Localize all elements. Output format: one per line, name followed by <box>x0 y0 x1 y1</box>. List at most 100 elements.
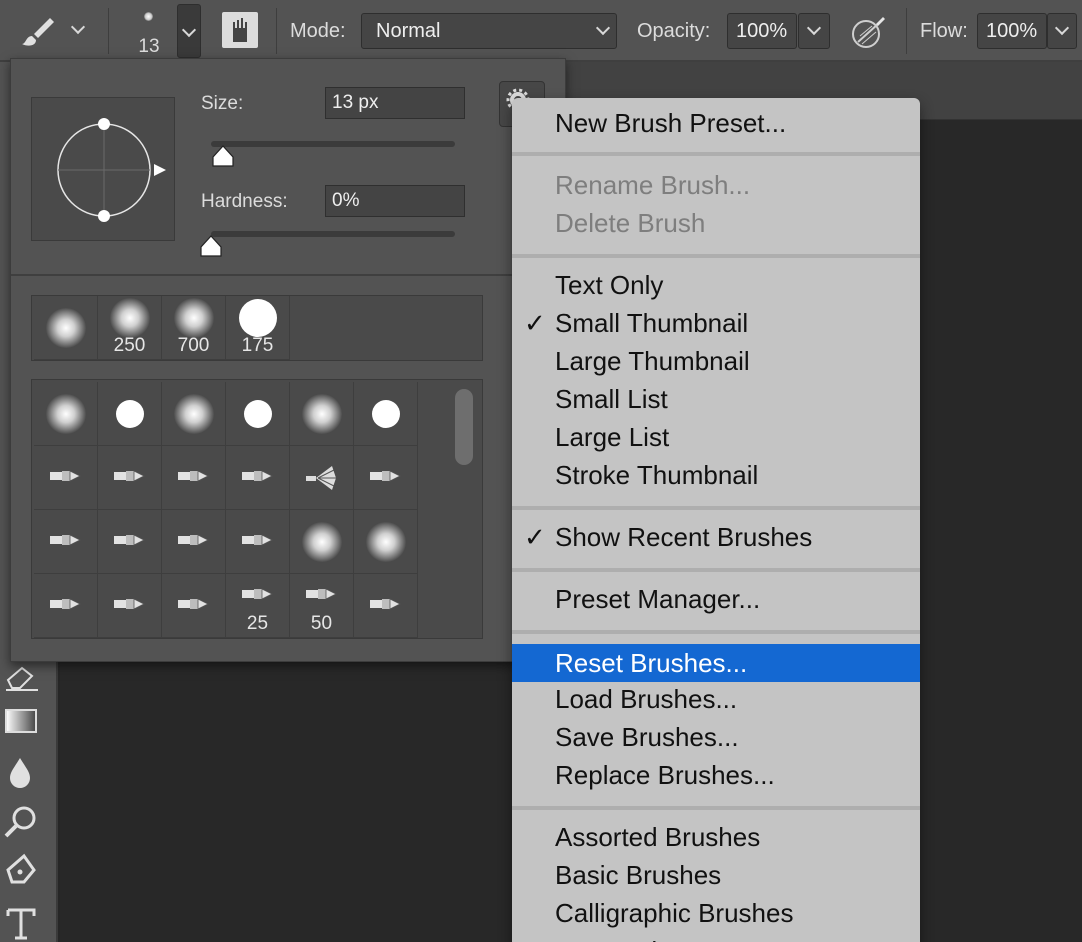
brush-tip-icon <box>238 582 278 611</box>
size-label: Size: <box>201 93 244 114</box>
hardness-input[interactable]: 0% <box>325 185 465 217</box>
brush-tip-icon <box>110 592 150 621</box>
menu-item-calligraphic-brushes[interactable]: Calligraphic Brushes <box>512 894 920 932</box>
pen-tool-icon[interactable] <box>2 852 42 892</box>
soft-round-brush-icon <box>46 308 86 348</box>
opacity-input[interactable]: 100% <box>727 13 797 49</box>
brush-preset[interactable] <box>162 574 226 638</box>
size-slider-thumb[interactable] <box>211 145 235 167</box>
flow-label: Flow: <box>920 20 968 42</box>
menu-item-preset-manager[interactable]: Preset Manager... <box>512 580 920 618</box>
brush-tip-icon <box>238 464 278 493</box>
hardness-slider-track[interactable] <box>211 231 455 237</box>
hard-round-brush-icon <box>239 298 277 337</box>
gradient-icon[interactable] <box>2 702 42 742</box>
menu-item-basic-brushes[interactable]: Basic Brushes <box>512 856 920 894</box>
divider <box>11 274 567 276</box>
menu-item-label: Small Thumbnail <box>555 308 749 338</box>
brush-preset[interactable] <box>162 510 226 574</box>
menu-item-delete-brush: Delete Brush <box>555 208 706 238</box>
mode-label: Mode: <box>290 20 346 42</box>
pressure-opacity-icon[interactable] <box>850 14 886 50</box>
flow-input[interactable]: 100% <box>977 13 1047 49</box>
brush-panel-toggle-icon[interactable] <box>222 12 258 48</box>
menu-item-stroke-thumbnail[interactable]: Stroke Thumbnail <box>512 456 920 494</box>
brush-preset[interactable] <box>98 382 162 446</box>
menu-item-show-recent-brushes[interactable]: ✓ Show Recent Brushes <box>512 518 920 556</box>
brush-preset[interactable] <box>34 510 98 574</box>
brush-tool-icon[interactable] <box>20 14 60 48</box>
menu-item-replace-brushes[interactable]: Replace Brushes... <box>512 756 920 794</box>
opacity-label: Opacity: <box>637 20 711 42</box>
brush-preset[interactable] <box>354 510 418 574</box>
recent-brush[interactable] <box>34 296 98 360</box>
mode-select[interactable]: Normal <box>361 13 617 49</box>
brush-size-picker[interactable]: 13 <box>124 6 174 58</box>
menu-item-dp-brushes[interactable]: DP Brushes <box>512 932 920 942</box>
brush-tip-icon <box>174 592 214 621</box>
brush-preset[interactable] <box>162 446 226 510</box>
brush-preset[interactable] <box>34 574 98 638</box>
brush-preset[interactable] <box>354 382 418 446</box>
brush-tip-icon <box>302 582 342 611</box>
brush-preset[interactable] <box>290 446 354 510</box>
menu-item-small-list[interactable]: Small List <box>512 380 920 418</box>
menu-item-large-list[interactable]: Large List <box>512 418 920 456</box>
brush-tip-icon <box>46 528 86 557</box>
brush-size-label: 250 <box>113 335 146 356</box>
brush-tip-icon <box>366 592 406 621</box>
separator <box>906 8 907 54</box>
size-slider-track[interactable] <box>211 141 455 147</box>
brush-preset[interactable] <box>34 446 98 510</box>
brush-preset[interactable] <box>226 510 290 574</box>
menu-item-reset-brushes[interactable]: Reset Brushes... <box>512 644 920 682</box>
menu-item-save-brushes[interactable]: Save Brushes... <box>512 718 920 756</box>
brush-preset[interactable] <box>162 382 226 446</box>
recent-brushes: 250 700 175 <box>31 295 483 361</box>
brush-preset[interactable]: 50 <box>290 574 354 638</box>
brush-preset[interactable]: 25 <box>226 574 290 638</box>
menu-item-text-only[interactable]: Text Only <box>512 266 920 304</box>
menu-item-new-brush-preset[interactable]: New Brush Preset... <box>512 104 920 142</box>
brush-preset[interactable] <box>98 510 162 574</box>
separator <box>276 8 277 54</box>
menu-separator <box>512 568 920 572</box>
hardness-label: Hardness: <box>201 191 288 212</box>
mode-value: Normal <box>376 20 441 42</box>
brush-preset[interactable] <box>226 382 290 446</box>
type-tool-icon[interactable] <box>2 902 42 942</box>
grid-scrollbar[interactable] <box>455 389 473 465</box>
eraser-icon[interactable] <box>2 658 42 698</box>
blur-drop-icon[interactable] <box>2 752 42 792</box>
menu-item-assorted-brushes[interactable]: Assorted Brushes <box>512 818 920 856</box>
tool-preset-chevron-icon[interactable] <box>70 19 88 40</box>
size-input[interactable]: 13 px <box>325 87 465 119</box>
flow-dropdown[interactable] <box>1047 13 1077 49</box>
brush-preset[interactable] <box>354 446 418 510</box>
recent-brush[interactable]: 700 <box>162 296 226 360</box>
brush-preset[interactable] <box>98 574 162 638</box>
menu-item-large-thumbnail[interactable]: Large Thumbnail <box>512 342 920 380</box>
brush-preset[interactable] <box>34 382 98 446</box>
chevron-down-icon <box>1054 20 1070 36</box>
soft-round-brush-icon <box>302 522 342 562</box>
opacity-dropdown[interactable] <box>798 13 830 49</box>
dodge-icon[interactable] <box>2 802 42 842</box>
brush-angle-preview[interactable] <box>31 97 175 241</box>
menu-item-load-brushes[interactable]: Load Brushes... <box>512 680 920 718</box>
chevron-down-icon <box>806 20 822 36</box>
soft-round-brush-icon <box>174 297 214 338</box>
brush-preset[interactable] <box>98 446 162 510</box>
brush-preset[interactable] <box>226 446 290 510</box>
recent-brush[interactable]: 250 <box>98 296 162 360</box>
menu-separator <box>512 254 920 258</box>
menu-item-small-thumbnail[interactable]: ✓ Small Thumbnail <box>512 304 920 342</box>
brush-tip-icon <box>174 528 214 557</box>
brush-preset[interactable] <box>290 382 354 446</box>
brush-presets-grid: 25 50 <box>31 379 483 639</box>
brush-preset[interactable] <box>290 510 354 574</box>
brush-picker-toggle[interactable] <box>177 4 201 58</box>
recent-brush[interactable]: 175 <box>226 296 290 360</box>
brush-preset[interactable] <box>354 574 418 638</box>
hardness-slider-thumb[interactable] <box>199 235 223 257</box>
